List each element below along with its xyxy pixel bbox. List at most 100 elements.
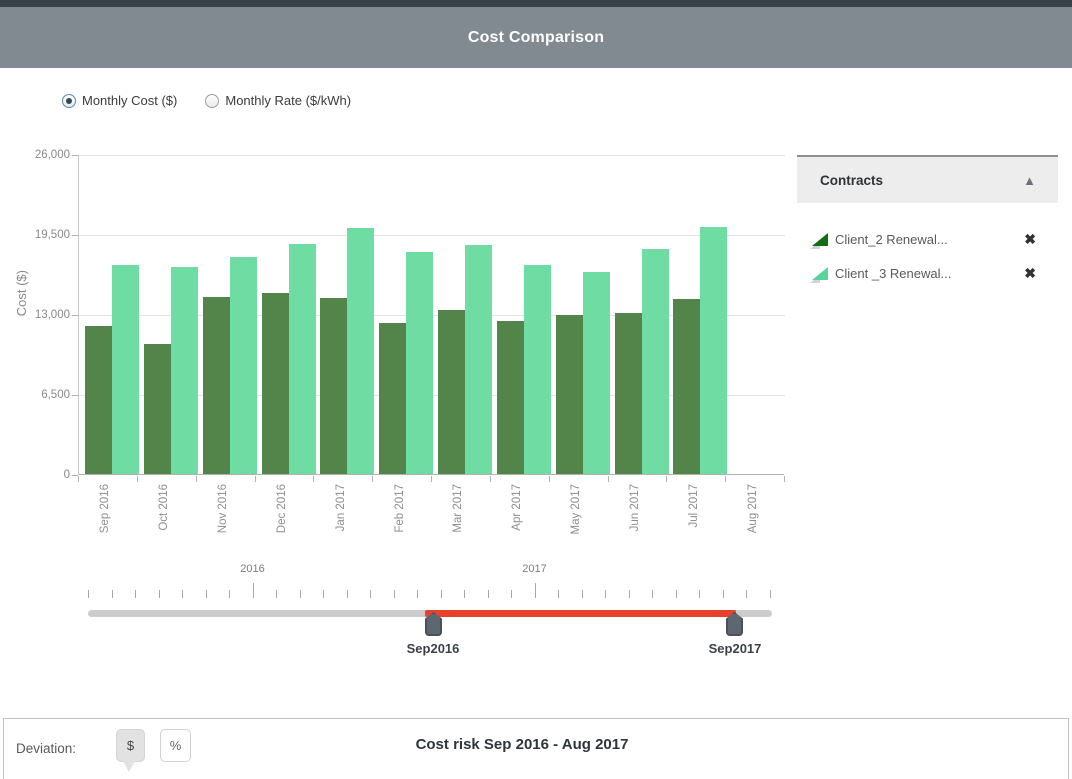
sort-ascending-icon[interactable]: ▲ xyxy=(1023,173,1036,188)
legend-item-3[interactable]: Client _3 Renewal...✖ xyxy=(797,256,1058,290)
x-category-label: May 2017 xyxy=(570,484,582,535)
slider-year-tick xyxy=(253,583,254,598)
bar-client3-apr-2017[interactable] xyxy=(524,265,551,474)
x-tick-mark xyxy=(372,476,373,482)
triangle-fill xyxy=(812,233,828,246)
bar-client2-apr-2017[interactable] xyxy=(497,321,524,474)
bar-client3-mar-2017[interactable] xyxy=(465,245,492,474)
y-tick-mark xyxy=(72,315,78,316)
x-tick-mark xyxy=(666,476,667,482)
slider-month-tick xyxy=(323,590,324,598)
deviation-label: Deviation: xyxy=(16,741,76,756)
slider-month-tick xyxy=(135,590,136,598)
x-category-label: Jun 2017 xyxy=(629,484,641,531)
bar-client3-nov-2016[interactable] xyxy=(230,257,257,474)
y-tick-label: 0 xyxy=(10,469,70,481)
bar-client3-may-2017[interactable] xyxy=(583,272,610,474)
slider-month-tick xyxy=(112,590,113,598)
slider-start-label: Sep2016 xyxy=(407,641,460,656)
x-tick-mark xyxy=(608,476,609,482)
app-header: Cost Comparison xyxy=(0,7,1072,68)
slider-month-tick xyxy=(676,590,677,598)
bar-client2-jan-2017[interactable] xyxy=(320,298,347,474)
slider-month-tick xyxy=(558,590,559,598)
deviation-percent-button[interactable]: % xyxy=(160,729,191,762)
bar-client2-dec-2016[interactable] xyxy=(262,293,289,474)
bar-client2-feb-2017[interactable] xyxy=(379,323,406,474)
legend-item-2[interactable]: Client_2 Renewal...✖ xyxy=(797,222,1058,256)
triangle-fill xyxy=(812,267,828,280)
y-tick-mark xyxy=(72,395,78,396)
radio-monthly-rate-label: Monthly Rate ($/kWh) xyxy=(225,93,351,108)
x-tick-mark xyxy=(784,476,785,482)
x-tick-mark xyxy=(725,476,726,482)
gridline xyxy=(79,235,785,236)
dollar-button-pointer-tail xyxy=(123,761,135,772)
radio-monthly-cost[interactable]: Monthly Cost ($) xyxy=(62,93,177,108)
series-triangle-icon xyxy=(812,232,828,246)
bar-client2-jun-2017[interactable] xyxy=(615,313,642,474)
slider-month-tick xyxy=(88,590,89,598)
bar-client3-oct-2016[interactable] xyxy=(171,267,198,474)
slider-year-label: 2017 xyxy=(522,563,546,575)
legend-item-label: Client_2 Renewal... xyxy=(835,232,1024,247)
x-category-label: Jan 2017 xyxy=(335,484,347,531)
bar-client2-nov-2016[interactable] xyxy=(203,297,230,474)
x-category-label: Apr 2017 xyxy=(511,484,523,531)
x-category-label: Oct 2016 xyxy=(158,484,170,531)
y-tick-label: 26,000 xyxy=(10,149,70,161)
bar-client3-jul-2017[interactable] xyxy=(700,227,727,474)
page-title: Cost Comparison xyxy=(468,29,604,47)
slider-month-tick xyxy=(206,590,207,598)
legend-item-label: Client _3 Renewal... xyxy=(835,266,1024,281)
bar-client3-feb-2017[interactable] xyxy=(406,252,433,474)
bar-client3-dec-2016[interactable] xyxy=(289,244,316,474)
bar-client2-jul-2017[interactable] xyxy=(673,299,700,474)
slider-month-tick xyxy=(182,590,183,598)
slider-selected-range[interactable] xyxy=(425,610,736,617)
bar-client2-mar-2017[interactable] xyxy=(438,310,465,474)
x-category-label: Mar 2017 xyxy=(452,484,464,533)
slider-month-tick xyxy=(347,590,348,598)
view-toggle: Monthly Cost ($) Monthly Rate ($/kWh) xyxy=(62,93,351,108)
slider-month-tick xyxy=(699,590,700,598)
contracts-panel-header: Contracts ▲ xyxy=(797,157,1058,203)
slider-month-tick xyxy=(652,590,653,598)
x-tick-mark xyxy=(78,476,79,482)
y-tick-label: 6,500 xyxy=(10,389,70,401)
remove-contract-icon[interactable]: ✖ xyxy=(1024,232,1036,246)
bar-client3-jun-2017[interactable] xyxy=(642,249,669,474)
x-category-label: Jul 2017 xyxy=(688,484,700,527)
bar-client3-sep-2016[interactable] xyxy=(112,265,139,474)
slider-year-label: 2016 xyxy=(240,563,264,575)
slider-month-tick xyxy=(723,590,724,598)
x-tick-mark xyxy=(431,476,432,482)
slider-month-tick xyxy=(464,590,465,598)
x-tick-mark xyxy=(549,476,550,482)
remove-contract-icon[interactable]: ✖ xyxy=(1024,266,1036,280)
x-category-label: Sep 2016 xyxy=(99,484,111,533)
bar-client2-sep-2016[interactable] xyxy=(85,326,112,474)
slider-month-tick xyxy=(159,590,160,598)
slider-month-tick xyxy=(394,590,395,598)
slider-month-tick xyxy=(511,590,512,598)
x-tick-mark xyxy=(490,476,491,482)
slider-month-tick xyxy=(629,590,630,598)
radio-unselected-icon[interactable] xyxy=(205,94,219,108)
bar-client2-oct-2016[interactable] xyxy=(144,344,171,474)
x-category-label: Aug 2017 xyxy=(747,484,759,533)
slider-month-tick xyxy=(300,590,301,598)
radio-selected-icon[interactable] xyxy=(62,94,76,108)
bar-chart-plot-area xyxy=(78,155,784,475)
x-tick-mark xyxy=(255,476,256,482)
slider-year-tick xyxy=(535,583,536,598)
x-category-label: Feb 2017 xyxy=(394,484,406,533)
deviation-dollar-button[interactable]: $ xyxy=(116,729,145,762)
slider-month-tick xyxy=(417,590,418,598)
bar-client2-may-2017[interactable] xyxy=(556,315,583,474)
slider-month-tick xyxy=(370,590,371,598)
radio-monthly-rate[interactable]: Monthly Rate ($/kWh) xyxy=(205,93,351,108)
x-category-label: Nov 2016 xyxy=(217,484,229,533)
bar-client3-jan-2017[interactable] xyxy=(347,228,374,474)
y-tick-mark xyxy=(72,155,78,156)
